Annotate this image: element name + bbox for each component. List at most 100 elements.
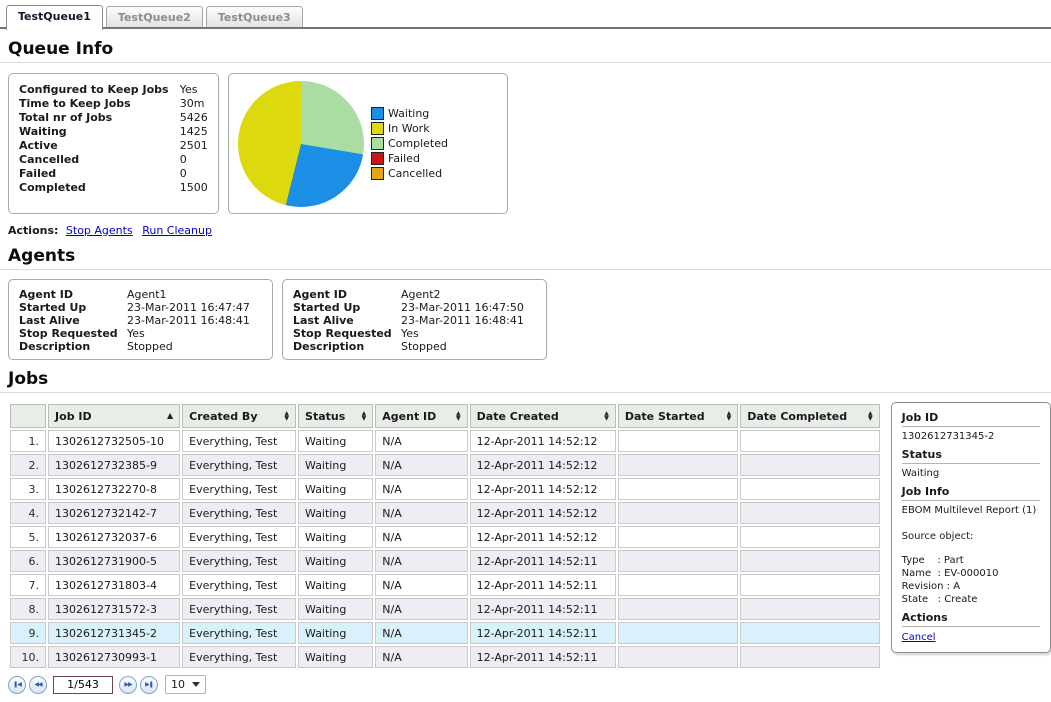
detail-separator xyxy=(902,426,1040,427)
job-id-cell: 1302612731572-3 xyxy=(48,598,180,620)
source-object-line: Name : EV-000010 xyxy=(902,567,1040,580)
jobs-rule xyxy=(0,392,1051,393)
detail-section-value: Waiting xyxy=(902,467,1040,480)
agent-id-cell: N/A xyxy=(375,646,467,668)
next-page-button[interactable]: ▶▶ xyxy=(119,676,137,694)
job-id-cell: 1302612731803-4 xyxy=(48,574,180,596)
date-started-cell xyxy=(618,598,738,620)
legend-swatch-icon xyxy=(371,152,384,165)
detail-section-value: 1302612731345-2 xyxy=(902,430,1040,443)
row-number-cell: 7. xyxy=(10,574,46,596)
column-header-status[interactable]: Status▲▼ xyxy=(298,404,373,428)
column-header-date-started[interactable]: Date Started▲▼ xyxy=(618,404,738,428)
row-number-cell: 10. xyxy=(10,646,46,668)
status-cell: Waiting xyxy=(298,502,373,524)
run-cleanup-link[interactable]: Run Cleanup xyxy=(142,224,212,237)
table-row[interactable]: 8.1302612731572-3Everything, TestWaiting… xyxy=(10,598,880,620)
status-cell: Waiting xyxy=(298,526,373,548)
table-row[interactable]: 4.1302612732142-7Everything, TestWaiting… xyxy=(10,502,880,524)
agent-id-cell: N/A xyxy=(375,454,467,476)
column-header-agent-id[interactable]: Agent ID▲▼ xyxy=(375,404,467,428)
job-id-cell: 1302612731900-5 xyxy=(48,550,180,572)
column-header-label: Created By xyxy=(189,410,257,423)
table-row[interactable]: 9.1302612731345-2Everything, TestWaiting… xyxy=(10,622,880,644)
column-header-label: Date Created xyxy=(477,410,559,423)
detail-actions-label: Actions xyxy=(902,611,1040,624)
date-completed-cell xyxy=(740,526,879,548)
column-header-created-by[interactable]: Created By▲▼ xyxy=(182,404,296,428)
source-object-line: Type : Part xyxy=(902,554,1040,567)
created-by-cell: Everything, Test xyxy=(182,502,296,524)
queue-actions-line: Actions: Stop Agents Run Cleanup xyxy=(8,224,1051,237)
table-row[interactable]: 7.1302612731803-4Everything, TestWaiting… xyxy=(10,574,880,596)
table-row[interactable]: 2.1302612732385-9Everything, TestWaiting… xyxy=(10,454,880,476)
spacer xyxy=(902,543,1040,554)
spacer xyxy=(902,519,1040,530)
agent-field-row: DescriptionStopped xyxy=(19,340,250,353)
agent-field-label: Stop Requested xyxy=(19,327,127,340)
date-completed-cell xyxy=(740,550,879,572)
date-completed-cell xyxy=(740,574,879,596)
legend-item: In Work xyxy=(371,121,448,136)
agent-field-value: 23-Mar-2011 16:48:41 xyxy=(127,314,250,327)
cancel-job-link[interactable]: Cancel xyxy=(902,632,936,643)
chevron-down-icon xyxy=(192,682,200,687)
column-header-label: Date Started xyxy=(625,410,705,423)
table-row[interactable]: 6.1302612731900-5Everything, TestWaiting… xyxy=(10,550,880,572)
stat-label: Cancelled xyxy=(19,153,180,167)
column-header-rownum xyxy=(10,404,46,428)
agent-field-value: 23-Mar-2011 16:47:50 xyxy=(401,301,524,314)
legend-item: Waiting xyxy=(371,106,448,121)
agent-id-cell: N/A xyxy=(375,478,467,500)
stat-label: Failed xyxy=(19,167,180,181)
tab-testqueue2[interactable]: TestQueue2 xyxy=(106,6,203,27)
tab-testqueue1[interactable]: TestQueue1 xyxy=(6,5,103,30)
page-size-select[interactable]: 10 xyxy=(165,675,206,694)
agent-field-value: Stopped xyxy=(401,340,524,353)
agent-field-value: Agent2 xyxy=(401,288,524,301)
stat-label: Waiting xyxy=(19,125,180,139)
stop-agents-link[interactable]: Stop Agents xyxy=(66,224,133,237)
job-id-cell: 1302612732270-8 xyxy=(48,478,180,500)
column-header-date-completed[interactable]: Date Completed▲▼ xyxy=(740,404,879,428)
table-row[interactable]: 1.1302612732505-10Everything, TestWaitin… xyxy=(10,430,880,452)
tab-testqueue3[interactable]: TestQueue3 xyxy=(206,6,303,27)
created-by-cell: Everything, Test xyxy=(182,430,296,452)
job-id-cell: 1302612732142-7 xyxy=(48,502,180,524)
last-page-button[interactable]: ▶❚ xyxy=(140,676,158,694)
date-completed-cell xyxy=(740,478,879,500)
legend-label: In Work xyxy=(388,122,430,135)
page-number-input[interactable] xyxy=(53,676,113,694)
job-id-cell: 1302612732385-9 xyxy=(48,454,180,476)
first-page-button[interactable]: ❚◀ xyxy=(8,676,26,694)
agent-id-cell: N/A xyxy=(375,622,467,644)
date-completed-cell xyxy=(740,502,879,524)
created-by-cell: Everything, Test xyxy=(182,598,296,620)
column-header-date-created[interactable]: Date Created▲▼ xyxy=(470,404,616,428)
jobs-pagination: ❚◀ ◀◀ ▶▶ ▶❚ 10 xyxy=(8,675,1051,694)
legend-swatch-icon xyxy=(371,137,384,150)
table-row[interactable]: 3.1302612732270-8Everything, TestWaiting… xyxy=(10,478,880,500)
column-header-job-id[interactable]: Job ID▲ xyxy=(48,404,180,428)
legend-item: Cancelled xyxy=(371,166,448,181)
stat-label: Completed xyxy=(19,181,180,195)
table-row[interactable]: 5.1302612732037-6Everything, TestWaiting… xyxy=(10,526,880,548)
date-created-cell: 12-Apr-2011 14:52:11 xyxy=(470,574,616,596)
date-completed-cell xyxy=(740,646,879,668)
table-row[interactable]: 10.1302612730993-1Everything, TestWaitin… xyxy=(10,646,880,668)
prev-page-button[interactable]: ◀◀ xyxy=(29,676,47,694)
stat-value: 5426 xyxy=(180,111,208,125)
created-by-cell: Everything, Test xyxy=(182,622,296,644)
created-by-cell: Everything, Test xyxy=(182,574,296,596)
stat-value: 0 xyxy=(180,153,208,167)
detail-section-label: Job ID xyxy=(902,411,1040,424)
queue-tabbar: TestQueue1 TestQueue2 TestQueue3 xyxy=(0,0,1051,30)
legend-swatch-icon xyxy=(371,167,384,180)
date-completed-cell xyxy=(740,622,879,644)
job-id-cell: 1302612731345-2 xyxy=(48,622,180,644)
legend-item: Failed xyxy=(371,151,448,166)
queue-info-heading: Queue Info xyxy=(8,39,1051,59)
agent-field-label: Stop Requested xyxy=(293,327,401,340)
jobs-table: Job ID▲Created By▲▼Status▲▼Agent ID▲▼Dat… xyxy=(8,402,882,670)
source-object-line: State : Create xyxy=(902,593,1040,606)
